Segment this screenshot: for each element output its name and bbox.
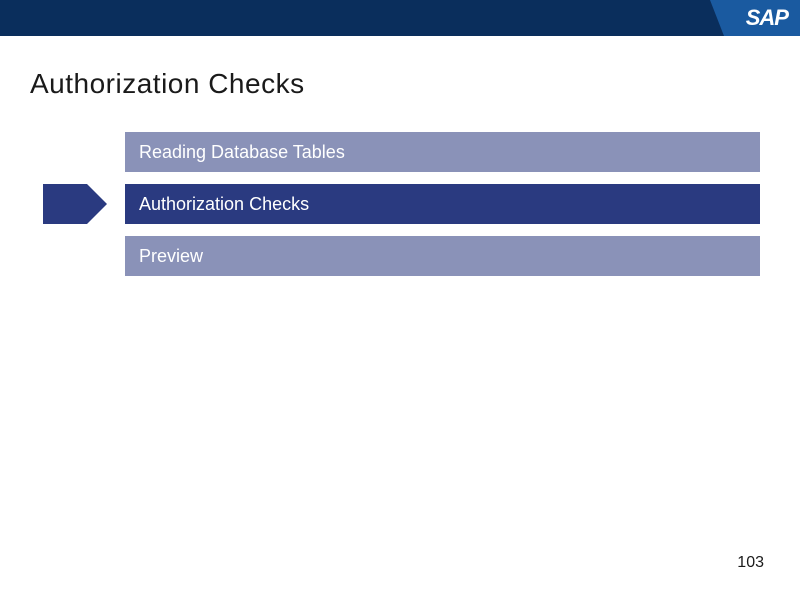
agenda-item-label: Preview xyxy=(139,246,203,267)
agenda-item-authorization-checks: Authorization Checks xyxy=(125,184,760,224)
agenda-item-label: Authorization Checks xyxy=(139,194,309,215)
current-item-pointer-icon xyxy=(43,184,107,224)
header-bar: SAP xyxy=(0,0,800,36)
agenda-row: Authorization Checks xyxy=(125,184,760,224)
logo-container: SAP xyxy=(710,0,800,36)
page-number: 103 xyxy=(737,554,764,572)
agenda-row: Preview xyxy=(125,236,760,276)
agenda-list: Reading Database Tables Authorization Ch… xyxy=(125,132,760,276)
sap-logo: SAP xyxy=(746,5,788,31)
slide-title: Authorization Checks xyxy=(30,68,770,100)
agenda-row: Reading Database Tables xyxy=(125,132,760,172)
agenda-item-preview: Preview xyxy=(125,236,760,276)
agenda-item-label: Reading Database Tables xyxy=(139,142,345,163)
agenda-item-reading-tables: Reading Database Tables xyxy=(125,132,760,172)
